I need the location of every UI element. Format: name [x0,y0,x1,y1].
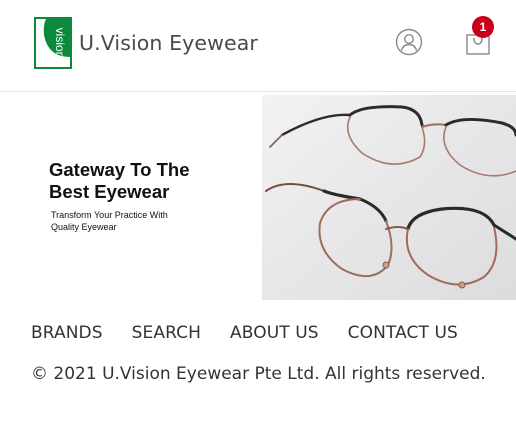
brand-name: U.Vision Eyewear [79,31,258,55]
nav-link-contact-us[interactable]: CONTACT US [348,323,458,343]
nav-link-about-us[interactable]: ABOUT US [230,323,319,343]
footer-nav: BRANDS SEARCH ABOUT US CONTACT US [31,323,487,343]
hero-subtitle-line-1: Transform Your Practice With [51,210,168,220]
eyeglasses-photo [262,95,516,300]
logo-mark-text: vision [53,28,67,59]
nav-link-search[interactable]: SEARCH [132,323,201,343]
hero-title-line-2: Best Eyewear [49,181,170,202]
site-header: vision U.Vision Eyewear 1 [0,0,516,92]
hero-title: Gateway To The Best Eyewear [49,159,249,203]
account-button[interactable] [395,28,423,56]
copyright-notice: © 2021 U.Vision Eyewear Pte Ltd. All rig… [31,364,486,384]
hero-subtitle: Transform Your Practice With Quality Eye… [51,210,211,233]
hero-subtitle-line-2: Quality Eyewear [51,221,117,232]
user-icon [395,28,423,56]
brand-logo[interactable]: vision U.Vision Eyewear [34,17,258,69]
nav-link-brands[interactable]: BRANDS [31,323,103,343]
cart-count-badge: 1 [472,16,494,38]
hero-title-line-1: Gateway To The [49,159,190,180]
logo-mark: vision [34,17,72,69]
